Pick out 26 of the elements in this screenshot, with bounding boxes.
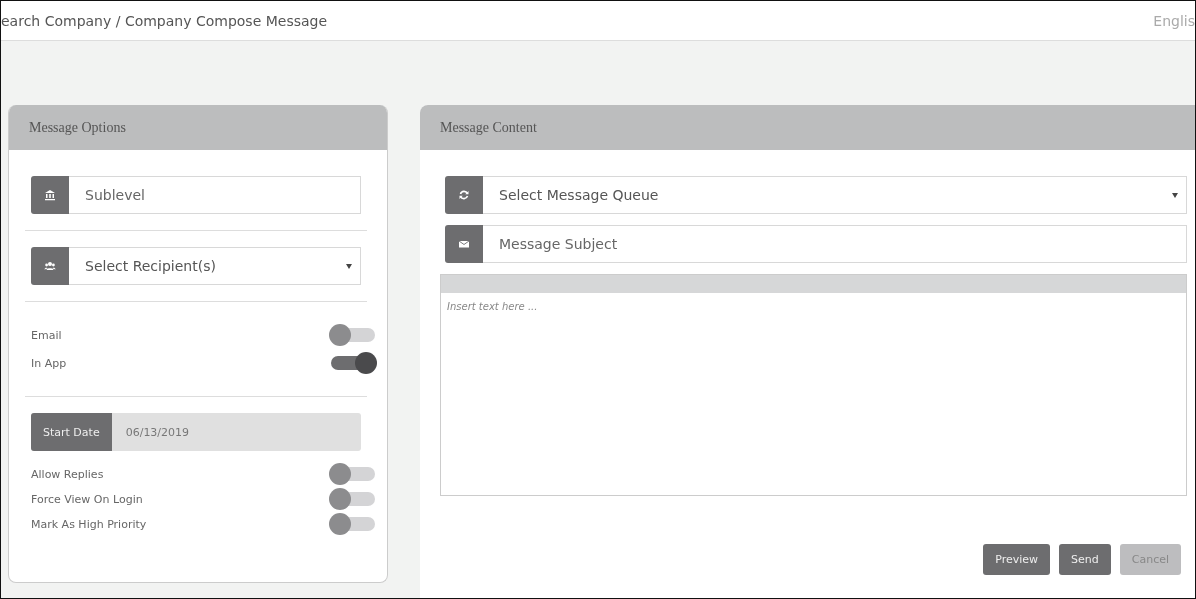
breadcrumb: earch Company / Company Compose Message [1, 12, 328, 29]
toggle-label: Mark As High Priority [31, 517, 147, 531]
toggle-label: Force View On Login [31, 492, 143, 506]
toggle-label: In App [31, 356, 67, 370]
sublevel-field[interactable]: Sublevel [69, 176, 361, 214]
editor-placeholder: Insert text here ... [446, 300, 539, 314]
caret-icon [1172, 192, 1178, 198]
toggle-label: Email [31, 328, 62, 342]
users-icon [44, 260, 56, 272]
action-button[interactable]: Preview [983, 544, 1050, 575]
date-value: 06/13/2019 [124, 424, 190, 441]
mail-icon [458, 238, 470, 250]
panel-header: Message Options [9, 105, 387, 150]
toggle-label: Allow Replies [31, 467, 104, 481]
date-label: Start Date [31, 413, 112, 451]
action-button[interactable]: Send [1059, 544, 1111, 575]
bank-icon [44, 189, 56, 201]
refresh-icon [458, 189, 470, 201]
text-editor[interactable]: Insert text here ... [440, 274, 1187, 496]
recipient-select[interactable]: Select Recipient(s) [69, 247, 361, 285]
subject-field[interactable]: Message Subject [483, 225, 1187, 263]
panel-header: Message Content [420, 105, 1195, 150]
caret-icon [346, 263, 352, 269]
queue-select[interactable]: Select Message Queue [483, 176, 1187, 214]
start-date-field[interactable]: Start Date 06/13/2019 [31, 413, 361, 451]
language-selector[interactable]: Englis [1153, 12, 1195, 29]
